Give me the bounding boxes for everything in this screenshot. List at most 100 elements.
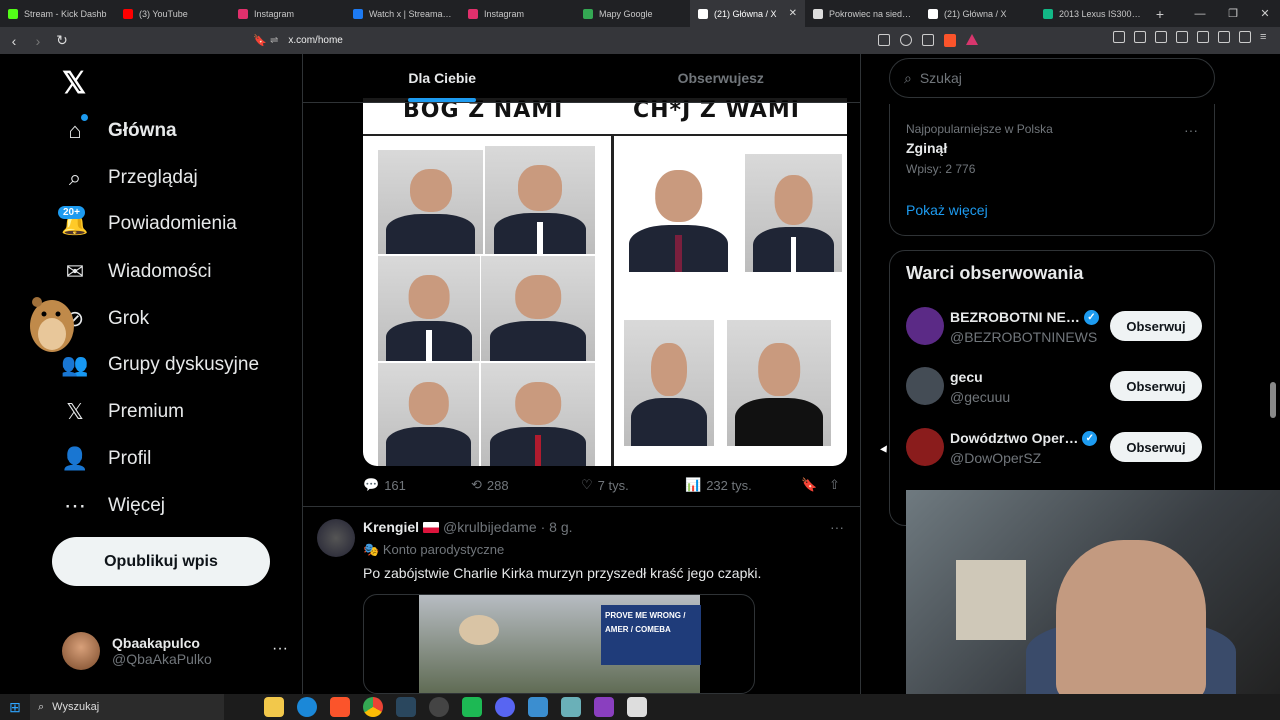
back-icon[interactable]: ‹ [4,31,24,51]
bookmark-tweet-icon[interactable]: 🔖 [801,477,829,493]
app-icon[interactable] [594,697,614,717]
avatar[interactable] [317,519,355,557]
browser-tab[interactable]: Stream - Kick Dashb [0,0,115,27]
file-explorer-icon[interactable] [264,697,284,717]
tab-following[interactable]: Obserwujesz [582,54,861,102]
extensions-icon[interactable] [1113,31,1125,43]
photo-portrait [378,363,479,466]
trend-count: Wpisy: 2 776 [906,162,976,176]
nav-item-home[interactable]: ⌂ Główna [62,111,176,151]
nav-label: Powiadomienia [108,213,237,234]
brave-rewards-icon[interactable] [966,34,978,45]
browser-tab[interactable]: Watch x | Streamable [345,0,460,27]
browser-tab[interactable]: Instagram [230,0,345,27]
more-icon[interactable]: ··· [830,519,844,535]
forward-icon[interactable]: › [28,31,48,51]
nav-item-bell[interactable]: 🔔 Powiadomienia [61,204,237,244]
app-icon[interactable] [627,697,647,717]
music-icon[interactable] [1155,31,1167,43]
profile-icon: 👤 [61,446,89,471]
more-icon[interactable]: ··· [1184,122,1198,138]
suggestion-name[interactable]: gecu [950,369,983,385]
search-input[interactable]: ⌕ Szukaj [889,58,1215,98]
discord-icon[interactable] [495,697,515,717]
suggestion-handle: @BEZROBOTNINEWS [950,329,1098,345]
author-handle[interactable]: @krulbijedame [443,519,537,535]
show-more-link[interactable]: Pokaż więcej [906,202,988,218]
post-button[interactable]: Opublikuj wpis [52,537,270,586]
nav-item-profile[interactable]: 👤 Profil [61,439,151,479]
brave-shield-icon[interactable] [944,34,956,47]
share-tweet-icon[interactable]: ⇧ [829,477,840,493]
repost-button[interactable]: ⟲ 288 [471,477,581,493]
app-icon[interactable] [528,697,548,717]
page-scrollbar[interactable] [1270,382,1276,418]
favicon-icon [468,8,478,19]
bookmark-icon[interactable]: 🔖 [250,30,270,50]
tweet-video[interactable]: PROVE ME WRONG / AMER / COMEBA [363,594,755,694]
restore-icon[interactable]: ❐ [1218,0,1248,27]
suggestion-name[interactable]: BEZROBOTNI NE… [950,309,1080,325]
vpn-icon[interactable] [1239,31,1251,43]
suggestion-row[interactable]: Dowództwo Oper… ✓ @DowOperSZ Obserwuj [906,428,1202,468]
avatar[interactable] [906,428,944,466]
tweet-time[interactable]: · 8 g. [541,519,573,535]
brave-icon[interactable] [330,697,350,717]
views-button[interactable]: 📊 232 tys. [685,477,801,493]
minimize-icon[interactable]: — [1185,0,1215,27]
photo-portrait [481,256,595,361]
screen-icon[interactable] [878,34,890,46]
sidebar-icon[interactable] [1176,31,1188,43]
close-window-icon[interactable]: ✕ [1250,0,1280,27]
close-tab-icon[interactable]: ✕ [789,8,797,19]
nav-item-communities[interactable]: 👥 Grupy dyskusyjne [61,345,259,385]
follow-button[interactable]: Obserwuj [1110,371,1202,401]
wallet-icon[interactable] [1197,31,1209,43]
taskbar-search[interactable]: ⌕ Wyszukaj [30,694,224,720]
suggestion-row[interactable]: BEZROBOTNI NE… ✓ @BEZROBOTNINEWS Obserwuj [906,307,1202,347]
media-player-icon[interactable] [462,697,482,717]
tab-for-you[interactable]: Dla Ciebie [303,54,582,102]
trend-name[interactable]: Zginął [906,140,947,156]
menu-icon[interactable]: ≡ [1260,31,1272,43]
nav-item-envelope[interactable]: ✉ Wiadomości [62,252,212,292]
browser-tab[interactable]: (21) Główna / X [920,0,1035,27]
browser-tab[interactable]: Instagram [460,0,575,27]
follow-button[interactable]: Obserwuj [1110,432,1202,462]
photo-portrait [745,154,842,272]
suggestion-row[interactable]: gecu @gecuuu Obserwuj [906,367,1202,407]
media-icon[interactable] [1134,31,1146,43]
zoom-icon[interactable] [900,34,912,46]
browser-tab[interactable]: (21) Główna / X ✕ [690,0,805,27]
like-button[interactable]: ♡ 7 tys. [581,477,685,493]
nav-item-search[interactable]: ⌕ Przeglądaj [62,158,198,198]
chrome-icon[interactable] [363,697,383,717]
x-logo-icon[interactable]: 𝕏 [62,66,86,101]
browser-tab[interactable]: 2013 Lexus IS300h Elit [1035,0,1150,27]
leo-ai-icon[interactable] [1218,31,1230,43]
nav-item-x-premium[interactable]: 𝕏 Premium [62,392,184,432]
reload-icon[interactable]: ↻ [52,31,72,51]
nav-item-more-circle[interactable]: ⋯ Więcej [62,486,165,526]
edge-icon[interactable] [297,697,317,717]
windows-start-icon[interactable]: ⊞ [0,699,30,716]
browser-tab[interactable]: (3) YouTube [115,0,230,27]
more-icon[interactable]: ··· [272,640,288,658]
photo-portrait [378,150,483,254]
account-switcher[interactable]: Qbaakapulco @QbaAkaPulko ··· [62,632,288,670]
browser-tab[interactable]: Pokrowiec na siedzeni [805,0,920,27]
notes-icon[interactable] [561,697,581,717]
follow-button[interactable]: Obserwuj [1110,311,1202,341]
avatar[interactable] [906,367,944,405]
reply-button[interactable]: 💬 161 [363,477,471,493]
new-tab-button[interactable]: + [1150,6,1170,22]
suggestion-name[interactable]: Dowództwo Oper… [950,430,1078,446]
steam-icon[interactable] [396,697,416,717]
browser-tab[interactable]: Mapy Google [575,0,690,27]
share-icon[interactable] [922,34,934,46]
site-info-icon[interactable]: ⇌ [270,35,278,46]
author-name[interactable]: Krengiel [363,519,419,535]
avatar[interactable] [906,307,944,345]
obs-icon[interactable] [429,697,449,717]
tweet-image[interactable]: BÓG Z NAMI CH*J Z WAMI [363,98,847,466]
